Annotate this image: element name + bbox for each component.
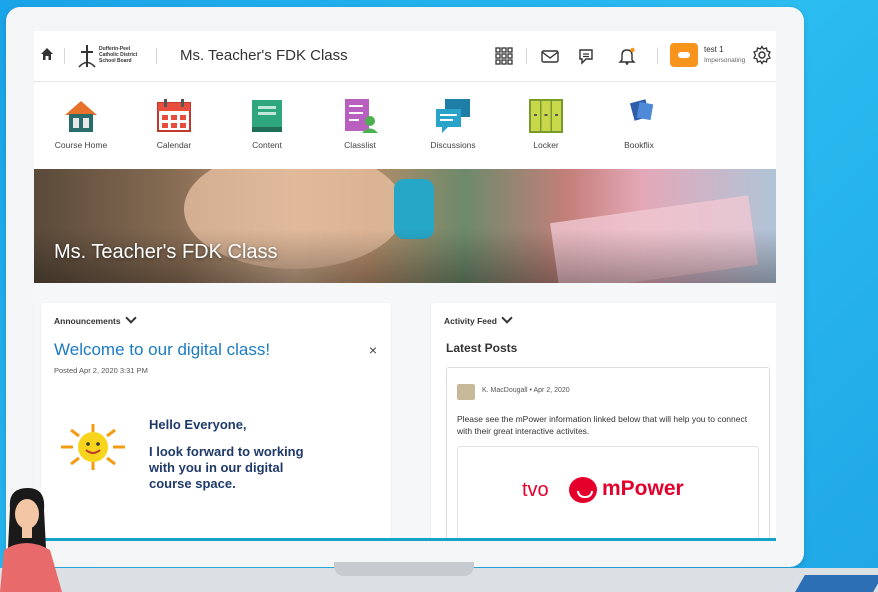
user-name[interactable]: test 1 — [704, 45, 724, 54]
laptop-frame: Dufferin-Peel Catholic District School B… — [6, 7, 804, 567]
course-navbar: Course Home Calendar Content Classlist D… — [34, 82, 776, 170]
announcements-label: Announcements — [54, 316, 121, 326]
divider — [64, 48, 65, 64]
announcement-title[interactable]: Welcome to our digital class! — [54, 340, 270, 360]
locker-icon — [529, 99, 563, 133]
announcement-greeting: Hello Everyone, — [149, 417, 247, 432]
feed-post: K. MacDougall • Apr 2, 2020 Please see t… — [446, 367, 770, 541]
divider — [156, 48, 157, 64]
calendar-icon — [157, 99, 191, 132]
nav-label: Classlist — [344, 140, 376, 150]
house-icon — [65, 101, 97, 132]
nav-label: Content — [252, 140, 282, 150]
nav-classlist[interactable]: Classlist — [320, 97, 400, 150]
announcement-body-line: course space. — [149, 476, 236, 491]
post-author[interactable]: K. MacDougall — [482, 387, 528, 394]
divider-line — [34, 538, 776, 541]
nav-label: Bookflix — [624, 140, 654, 150]
banner-title: Ms. Teacher's FDK Class — [54, 241, 278, 263]
posted-date: Posted Apr 2, 2020 3:31 PM — [54, 366, 148, 375]
cross-logo-icon — [78, 45, 96, 68]
announcements-header[interactable]: Announcements — [54, 312, 137, 326]
tvo-logo-text: tvo — [522, 479, 549, 501]
close-icon[interactable]: × — [369, 342, 377, 358]
author-avatar — [457, 384, 475, 400]
course-selector-grid-icon[interactable] — [494, 46, 514, 66]
nav-label: Discussions — [430, 140, 476, 150]
nav-label: Locker — [533, 140, 559, 150]
teacher-avatar-illustration — [0, 488, 62, 592]
laptop-base-shadow — [795, 575, 878, 592]
activity-feed-label: Activity Feed — [444, 316, 497, 326]
nav-label: Course Home — [54, 140, 108, 150]
nav-content[interactable]: Content — [227, 97, 307, 150]
activity-feed-widget: Activity Feed Latest Posts K. MacDougall… — [431, 303, 776, 541]
course-banner-image: Ms. Teacher's FDK Class — [34, 169, 776, 283]
mpower-link-card[interactable]: tvo mPower — [457, 446, 759, 541]
divider — [657, 48, 658, 64]
chevron-down-icon[interactable] — [124, 312, 137, 324]
impersonation-mask-icon — [678, 52, 690, 58]
activity-feed-header[interactable]: Activity Feed — [444, 312, 513, 326]
book-icon — [252, 100, 282, 132]
messages-icon[interactable] — [577, 46, 597, 66]
classlist-icon — [345, 99, 378, 133]
announcements-widget: Announcements Welcome to our digital cla… — [41, 303, 391, 541]
post-byline: K. MacDougall • Apr 2, 2020 — [482, 387, 570, 394]
post-body: Please see the mPower information linked… — [457, 414, 748, 436]
notification-bell-icon[interactable] — [617, 46, 637, 66]
mpower-logo-text: mPower — [602, 477, 684, 500]
logo-text: Dufferin-Peel Catholic District School B… — [99, 46, 138, 64]
mpower-logo-icon — [569, 477, 597, 503]
nav-bookflix[interactable]: Bookflix — [599, 97, 679, 150]
laptop-notch — [334, 562, 474, 576]
nav-locker[interactable]: Locker — [506, 97, 586, 150]
nav-course-home[interactable]: Course Home — [41, 97, 121, 150]
announcement-body-line: I look forward to working — [149, 444, 304, 459]
nav-label: Calendar — [156, 140, 192, 150]
post-date: Apr 2, 2020 — [533, 387, 570, 394]
latest-posts-heading: Latest Posts — [446, 341, 518, 355]
home-icon[interactable] — [40, 47, 54, 61]
announcement-body-line: with you in our digital — [149, 460, 284, 475]
sun-icon — [61, 424, 125, 470]
top-bar: Dufferin-Peel Catholic District School B… — [34, 31, 776, 82]
impersonating-label: Impersonating — [704, 57, 746, 64]
bookflix-icon — [624, 99, 654, 132]
chevron-down-icon[interactable] — [501, 312, 513, 324]
discussions-icon — [436, 99, 470, 133]
school-board-logo[interactable]: Dufferin-Peel Catholic District School B… — [78, 42, 142, 70]
divider — [526, 48, 527, 64]
nav-calendar[interactable]: Calendar — [134, 97, 214, 150]
user-avatar[interactable] — [670, 43, 698, 67]
nav-discussions[interactable]: Discussions — [413, 97, 493, 150]
course-title[interactable]: Ms. Teacher's FDK Class — [180, 47, 348, 64]
mail-icon[interactable] — [540, 46, 560, 66]
settings-gear-icon[interactable] — [752, 45, 772, 65]
browser-screen: Dufferin-Peel Catholic District School B… — [34, 31, 776, 541]
